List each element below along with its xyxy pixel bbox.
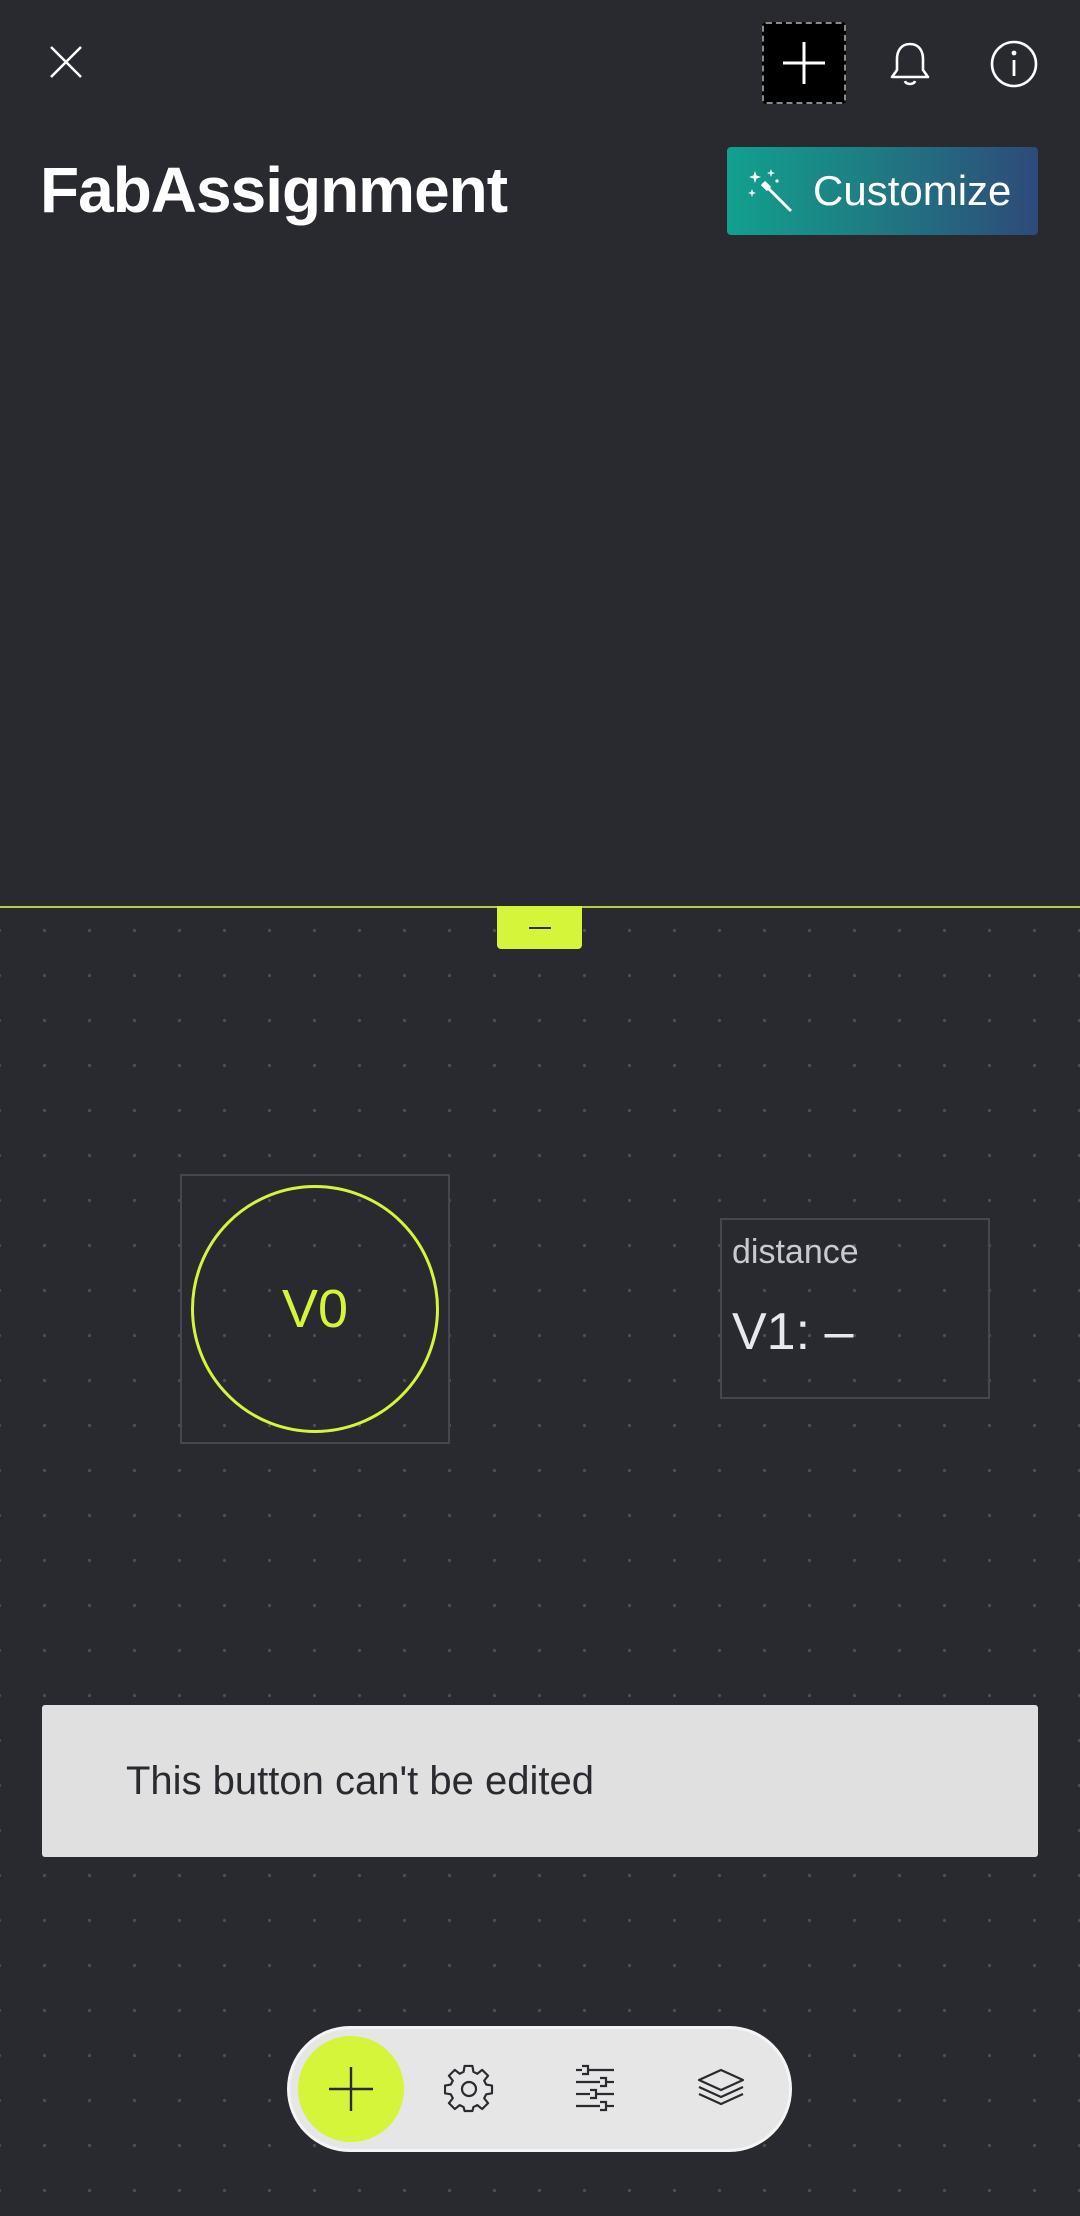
app-screen: FabAssignment Customize V0 distance V1: … [0,0,1080,2216]
customize-button[interactable]: Customize [727,147,1038,235]
value-display-value: V1: – [732,1303,854,1361]
button-widget-label: V0 [281,1279,349,1339]
widget-canvas[interactable] [0,908,1080,2216]
toast-text: This button can't be edited [126,1758,594,1803]
button-circle[interactable]: V0 [191,1185,439,1433]
toolbar-layers-button[interactable] [689,2057,753,2121]
toast-message: This button can't be edited [42,1705,1038,1857]
button-widget-v0[interactable]: V0 [180,1174,450,1444]
notifications-button[interactable] [880,34,940,94]
add-widget-button[interactable] [762,22,846,104]
plus-icon [329,2067,373,2111]
minus-icon [528,926,551,929]
close-icon [50,46,82,78]
collapse-panel-button[interactable] [497,906,582,949]
bell-icon [890,42,930,86]
value-display-widget[interactable]: distance V1: – [720,1218,990,1399]
info-button[interactable] [984,34,1044,94]
toolbar-add-button[interactable] [298,2036,404,2142]
customize-label: Customize [813,167,1012,214]
toolbar-adjust-button[interactable] [563,2057,627,2121]
gear-icon [444,2064,494,2113]
value-display-title: distance [732,1233,859,1271]
page-title: FabAssignment [40,154,508,226]
info-icon [990,40,1038,88]
toolbar-settings-button[interactable] [437,2057,501,2121]
bottom-toolbar [287,2026,792,2152]
layers-icon [697,2068,745,2106]
sliders-icon [576,2064,614,2112]
magic-wand-icon [747,167,795,215]
plus-icon [783,42,825,84]
close-button[interactable] [36,32,96,92]
